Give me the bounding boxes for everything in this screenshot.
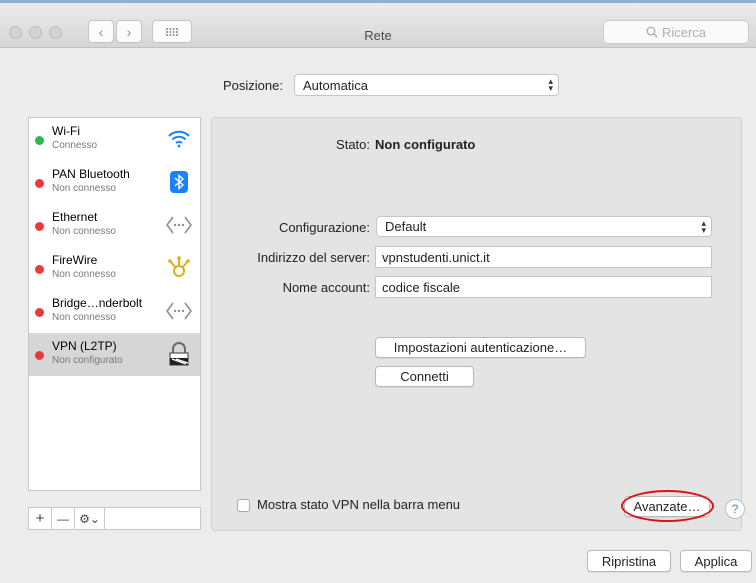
service-item-vpn[interactable]: VPN (L2TP) Non configurato [29,333,200,376]
service-list-toolbar: + — ⚙︎⌄ [28,507,201,530]
location-value: Automatica [303,77,369,93]
vpn-lock-icon [166,341,192,367]
search-field[interactable]: Ricerca [603,20,749,44]
show-vpn-status-label: Mostra stato VPN nella barra menu [257,497,461,512]
search-placeholder: Ricerca [661,24,707,40]
configuration-value: Default [385,219,427,234]
bluetooth-icon [166,169,192,195]
vpn-settings-panel [211,117,742,531]
account-name-label: Nome account: [282,280,370,295]
apply-button[interactable]: Applica [680,550,752,572]
service-name: Ethernet [52,210,98,224]
service-name: FireWire [52,253,98,267]
service-status: Non connesso [52,226,116,237]
help-button[interactable]: ? [725,499,745,519]
revert-button[interactable]: Ripristina [587,550,671,572]
ethernet-icon [166,212,192,238]
service-item-ethernet[interactable]: Ethernet Non connesso [29,204,200,247]
wifi-icon [166,126,192,152]
service-name: VPN (L2TP) [52,339,117,353]
service-name: Wi-Fi [52,124,80,138]
location-label: Posizione: [223,78,283,93]
service-status: Non connesso [52,269,116,280]
service-name: Bridge…nderbolt [52,296,143,310]
bridge-icon [166,298,192,324]
service-list[interactable]: Wi-Fi Connesso PAN Bluetooth Non conness… [28,117,201,491]
magnifier-icon [646,26,658,38]
status-dot [35,351,44,360]
status-label: Stato: [336,137,370,152]
title-bar: ‹ › Rete Ricerca [0,3,756,48]
status-dot [35,308,44,317]
show-vpn-status-checkbox[interactable] [237,499,250,512]
connect-button[interactable]: Connetti [375,366,474,387]
server-address-value: vpnstudenti.unict.it [382,249,490,265]
authentication-settings-button[interactable]: Impostazioni autenticazione… [375,337,586,358]
firewire-icon [166,255,192,281]
status-value: Non configurato [375,137,476,152]
service-item-bridge[interactable]: Bridge…nderbolt Non connesso [29,290,200,333]
account-name-value: codice fiscale [382,279,461,295]
server-address-input[interactable]: vpnstudenti.unict.it [375,246,712,268]
service-status: Non connesso [52,183,116,194]
service-name: PAN Bluetooth [52,167,130,181]
service-item-bluetooth[interactable]: PAN Bluetooth Non connesso [29,161,200,204]
status-dot [35,179,44,188]
status-dot [35,265,44,274]
service-actions-gear-button[interactable]: ⚙︎⌄ [75,508,105,529]
server-address-label: Indirizzo del server: [257,250,370,265]
account-name-input[interactable]: codice fiscale [375,276,712,298]
service-item-firewire[interactable]: FireWire Non connesso [29,247,200,290]
service-item-wifi[interactable]: Wi-Fi Connesso [29,118,200,161]
service-status: Connesso [52,140,98,151]
configuration-label: Configurazione: [278,220,370,235]
updown-arrows-icon: ▴ ▾ [701,217,706,235]
status-dot [35,136,44,145]
configuration-select[interactable]: Default ▴ ▾ [376,216,712,237]
remove-service-button[interactable]: — [52,508,75,529]
status-dot [35,222,44,231]
advanced-button[interactable]: Avanzate… [624,496,710,517]
service-status: Non configurato [52,355,123,366]
updown-arrows-icon: ▴ ▾ [548,76,553,93]
add-service-button[interactable]: + [29,508,52,529]
service-status: Non connesso [52,312,116,323]
location-select[interactable]: Automatica ▴ ▾ [294,74,559,96]
